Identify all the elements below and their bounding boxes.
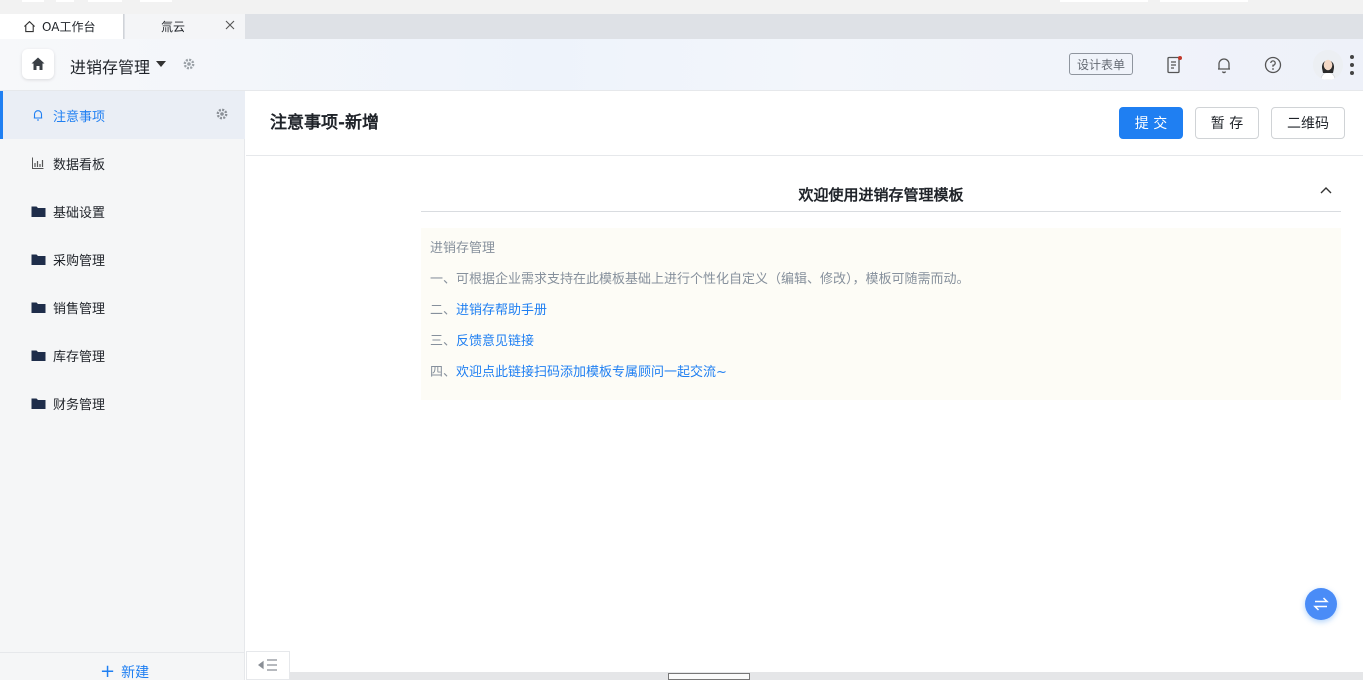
- sidebar-item-label: 基础设置: [53, 205, 106, 221]
- browser-tabs-bar: OA工作台 氚云: [0, 14, 1363, 39]
- notice-box: 进销存管理 一、可根据企业需求支持在此模板基础上进行个性化自定义（编辑、修改），…: [421, 228, 1341, 400]
- section-divider: [421, 211, 1341, 212]
- sidebar-item-label: 采购管理: [53, 253, 106, 269]
- page-title: 注意事项-新增: [270, 113, 380, 133]
- sidebar-item-label: 销售管理: [53, 301, 106, 317]
- more-vertical-icon[interactable]: [1349, 53, 1355, 77]
- settings-gear-icon[interactable]: [215, 107, 229, 121]
- folder-icon: [30, 299, 46, 315]
- sidebar-item-finance[interactable]: 财务管理: [0, 379, 245, 427]
- new-label: 新建: [121, 665, 150, 681]
- sidebar-item-purchase[interactable]: 采购管理: [0, 235, 245, 283]
- sidebar-item-label: 库存管理: [53, 349, 106, 365]
- sidebar-item-label: 注意事项: [53, 109, 106, 125]
- app-header: 进销存管理 设计表单: [0, 39, 1363, 91]
- collapse-sidebar-button[interactable]: [246, 651, 290, 680]
- title-divider: [246, 155, 1363, 156]
- task-list-icon[interactable]: [1164, 55, 1184, 75]
- notice-line-prefix: 四、: [430, 365, 457, 380]
- sidebar-item-label: 财务管理: [53, 397, 106, 413]
- notice-line-prefix: 二、: [430, 303, 457, 318]
- sidebar-item-dashboard[interactable]: 数据看板: [0, 139, 245, 187]
- help-icon[interactable]: [1263, 55, 1283, 75]
- floating-switch-button[interactable]: [1305, 588, 1337, 620]
- home-icon: [31, 57, 45, 70]
- notice-line-3: 三、反馈意见链接: [430, 330, 534, 349]
- notice-line-1: 一、可根据企业需求支持在此模板基础上进行个性化自定义（编辑、修改），模板可随需而…: [430, 272, 970, 287]
- sidebar-divider: [0, 652, 245, 653]
- tab-oa-workbench[interactable]: OA工作台: [0, 14, 124, 39]
- notice-heading: 进销存管理: [430, 241, 496, 256]
- tab-qiyun[interactable]: 氚云: [125, 14, 245, 39]
- close-icon[interactable]: [223, 18, 237, 32]
- bell-icon: [30, 107, 46, 123]
- sidebar: 注意事项 数据看板 基础设置 采购管理 销售管理 库存管理 财务管理: [0, 91, 245, 680]
- submit-button[interactable]: 提 交: [1119, 107, 1183, 139]
- bar-chart-icon: [30, 155, 46, 171]
- tab-label: 氚云: [161, 20, 186, 34]
- design-form-button[interactable]: 设计表单: [1069, 53, 1133, 75]
- qrcode-button[interactable]: 二维码: [1271, 107, 1345, 139]
- folder-icon: [30, 203, 46, 219]
- scrollbar-thumb[interactable]: [668, 673, 750, 680]
- dropdown-caret-icon[interactable]: [156, 61, 166, 67]
- user-avatar[interactable]: [1313, 50, 1343, 80]
- swap-icon: [1313, 597, 1329, 611]
- tab-label: OA工作台: [42, 20, 96, 34]
- bell-icon[interactable]: [1214, 55, 1234, 75]
- sidebar-item-sales[interactable]: 销售管理: [0, 283, 245, 331]
- sidebar-item-inventory[interactable]: 库存管理: [0, 331, 245, 379]
- home-outline-icon: [24, 20, 35, 33]
- plus-icon: +: [100, 661, 116, 682]
- help-manual-link[interactable]: 进销存帮助手册: [456, 303, 547, 318]
- collapse-menu-icon: [258, 658, 277, 671]
- notice-line-4: 四、欢迎点此链接扫码添加模板专属顾问一起交流~: [430, 361, 727, 380]
- sidebar-item-notice[interactable]: 注意事项: [0, 91, 245, 139]
- notice-line-2: 二、进销存帮助手册: [430, 299, 547, 318]
- sidebar-item-basic-settings[interactable]: 基础设置: [0, 187, 245, 235]
- notice-line-prefix: 三、: [430, 334, 457, 349]
- section-title: 欢迎使用进销存管理模板: [798, 186, 964, 204]
- folder-icon: [30, 395, 46, 411]
- new-button[interactable]: + 新建: [100, 662, 149, 682]
- feedback-link[interactable]: 反馈意见链接: [456, 334, 534, 349]
- app-title[interactable]: 进销存管理: [70, 54, 150, 78]
- home-button[interactable]: [22, 49, 54, 79]
- settings-gear-icon[interactable]: [182, 57, 196, 71]
- browser-top-strip: [0, 0, 1363, 14]
- chevron-up-icon[interactable]: [1318, 184, 1334, 196]
- horizontal-scrollbar[interactable]: [290, 672, 1363, 680]
- folder-icon: [30, 251, 46, 267]
- folder-icon: [30, 347, 46, 363]
- sidebar-item-label: 数据看板: [53, 157, 106, 173]
- save-draft-button[interactable]: 暂 存: [1195, 107, 1259, 139]
- consultant-link[interactable]: 欢迎点此链接扫码添加模板专属顾问一起交流~: [456, 365, 727, 380]
